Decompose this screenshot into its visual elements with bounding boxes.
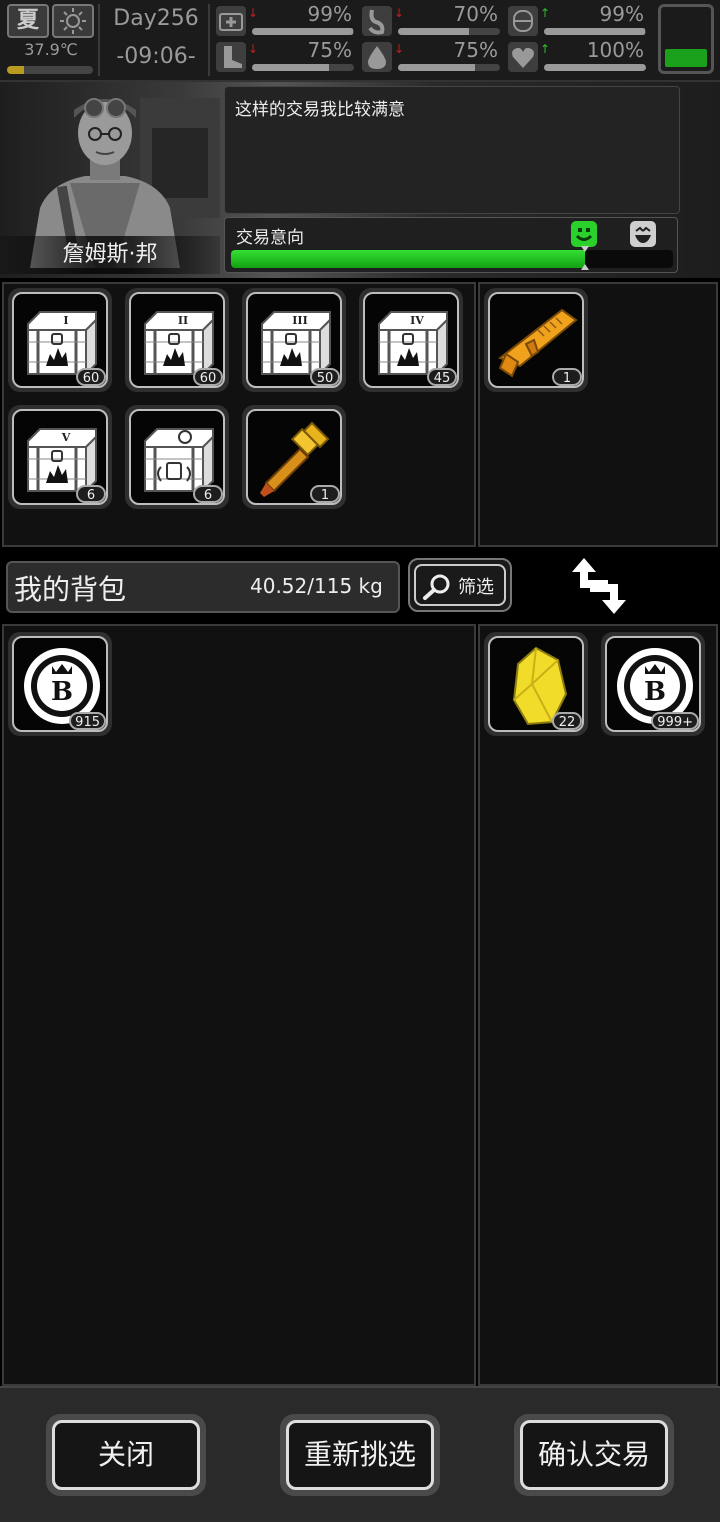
my-offer-panel: 22 B 999+ <box>478 624 718 1386</box>
stat-mood: ↑ 99% <box>508 2 650 38</box>
temperature-readout: 37.9℃ <box>24 40 78 59</box>
trend-down-icon: ↓ <box>248 6 259 20</box>
item-quantity: 45 <box>427 368 457 386</box>
grin-face-icon <box>630 221 656 247</box>
crate-tier-label: I <box>63 314 68 327</box>
stat-value: 75% <box>453 38 498 62</box>
divider <box>208 4 210 76</box>
search-icon <box>423 574 450 600</box>
stat-health: ↓ 99% <box>216 2 358 38</box>
confirm-trade-button[interactable]: 确认交易 <box>514 1414 674 1496</box>
stat-hunger: ↓ 70% <box>362 2 504 38</box>
stat-stamina: ↓ 75% <box>216 38 358 74</box>
filter-button[interactable]: 筛选 <box>408 558 512 612</box>
crate-tier-label: III <box>292 314 307 327</box>
my-inventory-panel: B 915 <box>2 624 476 1386</box>
npc-name: 詹姆斯·邦 <box>0 236 220 274</box>
item-quantity: 1 <box>552 368 582 386</box>
trade-intent-bar <box>231 250 673 268</box>
stat-value: 99% <box>307 2 352 26</box>
stat-bar <box>544 64 646 71</box>
close-button[interactable]: 关闭 <box>46 1414 206 1496</box>
reselect-label: 重新挑选 <box>286 1420 434 1490</box>
happy-face-icon <box>571 221 597 247</box>
water-drop-icon <box>362 42 392 72</box>
svg-text:B: B <box>51 677 73 707</box>
crate-tier-label: II <box>178 314 188 327</box>
item-slot[interactable]: B 999+ <box>601 632 705 736</box>
trade-intent-label: 交易意向 <box>236 228 304 248</box>
heart-icon <box>508 42 538 72</box>
divider <box>98 4 100 76</box>
temperature-bar <box>7 66 93 74</box>
trend-down-icon: ↓ <box>394 42 405 56</box>
item-slot[interactable]: B 915 <box>8 632 112 736</box>
item-quantity: 6 <box>193 485 223 503</box>
confirm-label: 确认交易 <box>520 1420 668 1490</box>
item-slot[interactable]: 1 <box>484 288 588 392</box>
crate-tier-label: IV <box>410 314 424 327</box>
trend-down-icon: ↓ <box>394 6 405 20</box>
item-slot[interactable]: 6 <box>125 405 229 509</box>
medkit-icon <box>216 6 246 36</box>
npc-offer-panel: 1 <box>478 282 718 547</box>
reselect-button[interactable]: 重新挑选 <box>280 1414 440 1496</box>
trend-down-icon: ↓ <box>248 42 259 56</box>
backpack-title: 我的背包 <box>14 573 127 606</box>
item-quantity: 915 <box>69 712 106 730</box>
swap-arrows-icon <box>570 554 628 618</box>
crate-tier-label: V <box>61 431 71 444</box>
item-quantity: 22 <box>552 712 582 730</box>
item-quantity: 60 <box>76 368 106 386</box>
svg-text:B: B <box>644 677 666 707</box>
stat-bar <box>252 64 354 71</box>
stat-value: 100% <box>586 38 644 62</box>
item-slot[interactable]: I 60 <box>8 288 112 392</box>
item-quantity: 60 <box>193 368 223 386</box>
stat-value: 99% <box>599 2 644 26</box>
stat-bar <box>252 28 354 35</box>
item-quantity: 6 <box>76 485 106 503</box>
item-quantity: 1 <box>310 485 340 503</box>
intent-marker <box>580 246 589 270</box>
item-slot[interactable]: III 50 <box>242 288 346 392</box>
brain-icon <box>508 6 538 36</box>
trend-up-icon: ↑ <box>540 6 551 20</box>
boot-icon <box>216 42 246 72</box>
npc-dialog: 这样的交易我比较满意 <box>224 86 680 214</box>
stat-value: 75% <box>307 38 352 62</box>
stat-bar <box>398 64 500 71</box>
stat-heart: ↑ 100% <box>508 38 650 74</box>
weather-sun-icon <box>52 4 94 38</box>
item-slot[interactable]: 1 <box>242 405 346 509</box>
stat-bar <box>544 28 646 35</box>
stat-thirst: ↓ 75% <box>362 38 504 74</box>
clock-time: -09:06- <box>116 44 196 69</box>
trend-up-icon: ↑ <box>540 42 551 56</box>
close-label: 关闭 <box>52 1420 200 1490</box>
npc-inventory-panel: I 60 II 60 III 50 IV 45 V 6 6 1 <box>2 282 476 547</box>
item-quantity: 50 <box>310 368 340 386</box>
item-quantity: 999+ <box>651 712 699 730</box>
day-counter: Day256 <box>113 6 199 31</box>
backpack-weight: 40.52/115 kg <box>250 574 383 598</box>
filter-label: 筛选 <box>458 577 494 598</box>
item-slot[interactable]: V6 <box>8 405 112 509</box>
item-slot[interactable]: II 60 <box>125 288 229 392</box>
item-slot[interactable]: IV 45 <box>359 288 463 392</box>
item-slot[interactable]: 22 <box>484 632 588 736</box>
battery-icon <box>658 4 714 74</box>
stomach-icon <box>362 6 392 36</box>
stat-value: 70% <box>453 2 498 26</box>
season-indicator: 夏 <box>7 4 49 38</box>
stat-bar <box>398 28 500 35</box>
